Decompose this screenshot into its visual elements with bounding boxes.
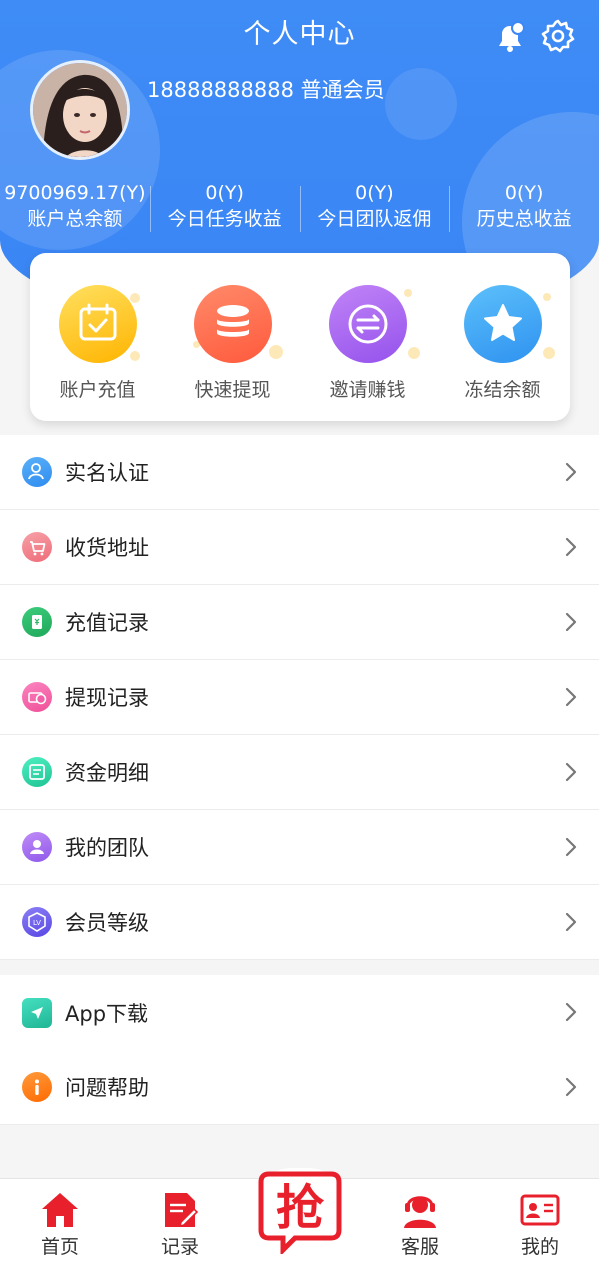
action-label: 快速提现 [194,379,271,401]
stat-value: 0(Y) [205,182,244,204]
action-recharge[interactable]: 账户充值 [30,253,165,421]
menu-label: 实名认证 [65,461,149,485]
coin-stack-icon [193,285,272,363]
menu-list-secondary: App下载 问题帮助 [0,975,599,1125]
menu-item-shipping-address[interactable]: 收货地址 [0,510,599,585]
tab-grab-order[interactable]: 抢 [255,1168,345,1256]
decor-bubble [385,68,457,140]
tab-label: 客服 [400,1236,439,1258]
menu-label: 收货地址 [65,536,149,560]
menu-label: 会员等级 [65,911,149,935]
level-badge-icon: LV [22,907,52,937]
bottom-tab-bar: 首页 记录 抢 客服 我的 [0,1168,599,1276]
action-invite[interactable]: 邀请赚钱 [300,253,435,421]
stat-label: 账户总余额 [27,208,123,230]
menu-list-main: 实名认证 收货地址 充值记录 提现记录 资金明细 我的团队 LV 会员等级 [0,435,599,960]
chevron-right-icon [565,1002,577,1022]
stat-total-balance: 9700969.17(Y) 账户总余额 [0,180,150,236]
gear-icon[interactable] [540,18,576,54]
tab-label: 我的 [520,1236,559,1258]
chevron-right-icon [565,762,577,782]
quick-actions-card: 账户充值 快速提现 邀请赚钱 冻结余额 [30,253,570,421]
svg-text:抢: 抢 [276,1180,325,1236]
menu-label: 问题帮助 [65,1076,149,1100]
action-label: 邀请赚钱 [329,379,406,401]
cart-icon [22,532,52,562]
menu-label: 提现记录 [65,686,149,710]
star-icon [463,285,542,363]
calendar-check-icon [58,285,137,363]
menu-label: 充值记录 [65,611,149,635]
money-icon [22,682,52,712]
action-label: 冻结余额 [464,379,541,401]
menu-item-recharge-records[interactable]: 充值记录 [0,585,599,660]
stat-label: 今日任务收益 [167,208,282,230]
action-frozen-balance[interactable]: 冻结余额 [435,253,570,421]
stat-history-income: 0(Y) 历史总收益 [449,180,599,236]
tab-label: 首页 [40,1236,79,1258]
tab-home[interactable]: 首页 [15,1190,105,1259]
customer-service-icon [404,1196,436,1228]
send-icon [22,997,52,1028]
menu-item-my-team[interactable]: 我的团队 [0,810,599,885]
stat-today-task-income: 0(Y) 今日任务收益 [149,180,300,236]
action-withdraw[interactable]: 快速提现 [165,253,300,421]
menu-item-member-level[interactable]: LV 会员等级 [0,885,599,960]
tab-customer-service[interactable]: 客服 [375,1190,465,1259]
menu-label: App下载 [65,1001,149,1026]
stats-row: 9700969.17(Y) 账户总余额 0(Y) 今日任务收益 0(Y) 今日团… [0,180,599,236]
chevron-right-icon [565,537,577,557]
user-verify-icon [22,457,52,487]
stat-label: 历史总收益 [476,208,572,230]
chevron-right-icon [565,687,577,707]
grab-icon: 抢 [258,1171,342,1254]
chevron-right-icon [565,1077,577,1097]
chevron-right-icon [565,462,577,482]
team-icon [22,832,52,862]
home-icon [42,1193,78,1227]
avatar[interactable] [30,60,130,160]
stat-value: 0(Y) [355,182,394,204]
action-label: 账户充值 [59,379,136,401]
decor-dot [408,347,420,359]
chevron-right-icon [565,612,577,632]
chevron-right-icon [565,837,577,857]
stat-today-team-rebate: 0(Y) 今日团队返佣 [299,180,450,236]
menu-item-fund-details[interactable]: 资金明细 [0,735,599,810]
stat-value: 9700969.17(Y) [4,182,146,204]
decor-dot [543,293,551,301]
svg-text:LV: LV [33,919,41,927]
tab-mine[interactable]: 我的 [495,1190,585,1259]
menu-label: 我的团队 [65,836,149,860]
chevron-right-icon [565,912,577,932]
stat-value: 0(Y) [504,182,544,204]
stat-label: 今日团队返佣 [317,208,432,230]
menu-label: 资金明细 [65,761,149,785]
menu-item-real-name-auth[interactable]: 实名认证 [0,435,599,510]
bell-icon[interactable] [493,20,527,54]
info-icon [22,1072,52,1102]
tab-label: 记录 [160,1236,199,1258]
tab-records[interactable]: 记录 [135,1190,225,1259]
menu-item-withdraw-records[interactable]: 提现记录 [0,660,599,735]
record-icon [165,1193,199,1228]
wallet-icon [22,607,52,637]
decor-dot [543,347,555,359]
menu-item-app-download[interactable]: App下载 [0,975,599,1050]
ledger-icon [22,757,52,787]
user-phone-level: 18888888888 普通会员 [147,78,385,102]
profile-card-icon [520,1194,560,1226]
menu-item-help[interactable]: 问题帮助 [0,1050,599,1125]
exchange-icon [328,285,407,363]
